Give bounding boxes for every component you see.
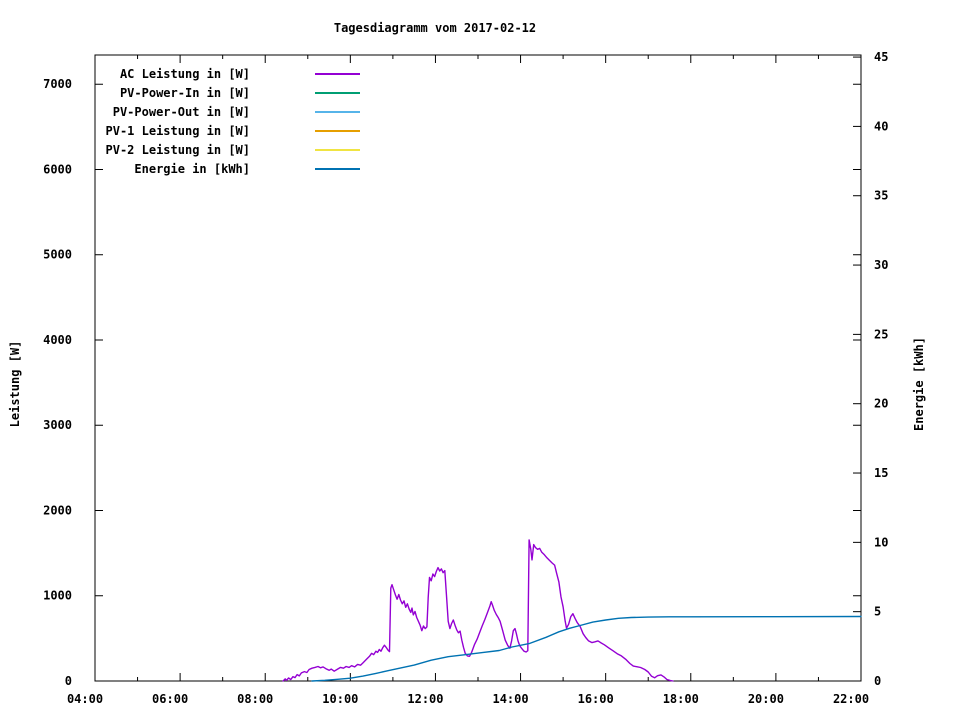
legend-line-swatch [315,91,360,94]
legend-line-swatch [315,148,360,151]
legend-line-swatch [315,167,360,170]
x-tick-label: 22:00 [833,692,869,706]
legend-row: PV-Power-In in [W] [95,83,375,102]
y-tick-label: 2000 [43,503,72,517]
y-tick-label: 6000 [43,162,72,176]
x-tick-label: 10:00 [322,692,358,706]
y2-tick-label: 15 [874,466,888,480]
y2-tick-label: 30 [874,258,888,272]
y2-tick-label: 10 [874,535,888,549]
y-tick-label: 3000 [43,418,72,432]
legend-row: AC Leistung in [W] [95,64,375,83]
legend-label: PV-1 Leistung in [W] [105,123,251,138]
x-tick-label: 08:00 [237,692,273,706]
y2-tick-label: 5 [874,605,881,619]
y2-tick-label: 40 [874,119,888,133]
y2-tick-label: 35 [874,189,888,203]
chart-page: Tagesdiagramm vom 2017-02-12 Leistung [W… [0,0,960,720]
chart-legend: AC Leistung in [W] PV-Power-In in [W] PV… [95,64,375,178]
x-tick-label: 06:00 [152,692,188,706]
series-line-0 [282,539,674,682]
y-tick-label: 7000 [43,77,72,91]
legend-row: Energie in [kWh] [95,159,375,178]
y-tick-label: 5000 [43,248,72,262]
legend-line-swatch [315,129,360,132]
legend-label: PV-Power-In in [W] [119,85,250,100]
legend-label: PV-Power-Out in [W] [112,104,250,119]
legend-row: PV-1 Leistung in [W] [95,121,375,140]
legend-label: AC Leistung in [W] [119,66,250,81]
y2-tick-label: 20 [874,397,888,411]
x-tick-label: 16:00 [578,692,614,706]
x-tick-label: 04:00 [67,692,103,706]
series-line-5 [311,615,862,682]
x-tick-label: 18:00 [663,692,699,706]
legend-line-swatch [315,110,360,113]
legend-row: PV-2 Leistung in [W] [95,140,375,159]
y2-tick-label: 25 [874,327,888,341]
legend-label: PV-2 Leistung in [W] [105,142,251,157]
y2-tick-label: 0 [874,674,881,688]
legend-row: PV-Power-Out in [W] [95,102,375,121]
x-tick-label: 12:00 [407,692,443,706]
legend-line-swatch [315,72,360,75]
y-tick-label: 4000 [43,333,72,347]
x-tick-label: 20:00 [748,692,784,706]
x-tick-label: 14:00 [492,692,528,706]
y-tick-label: 1000 [43,589,72,603]
legend-label: Energie in [kWh] [134,161,250,176]
y2-tick-label: 45 [874,50,888,64]
y-tick-label: 0 [65,674,72,688]
